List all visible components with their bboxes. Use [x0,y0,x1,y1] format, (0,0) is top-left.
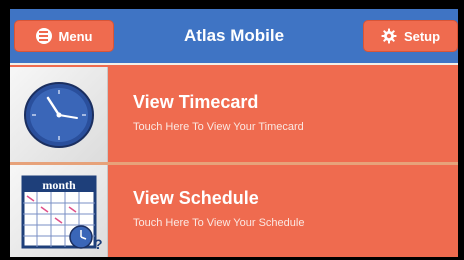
app-title: Atlas Mobile [183,26,285,45]
clock-icon [24,82,94,148]
list-item-schedule[interactable]: month ? View Schedule Touch Here To View… [10,165,458,257]
calendar-icon: month ? [21,175,103,252]
gear-icon [381,28,397,44]
svg-text:?: ? [94,236,103,252]
app-screen: Menu Atlas Mobile Setup View Timecard To… [10,9,458,257]
hamburger-icon [35,28,52,44]
menu-button[interactable]: Menu [14,20,114,52]
menu-button-label: Menu [58,28,93,44]
calendar-month-text: month [42,178,76,192]
setup-button-label: Setup [403,28,441,44]
app-header: Menu Atlas Mobile Setup [10,9,458,65]
setup-button[interactable]: Setup [363,20,458,52]
list-item-timecard[interactable]: View Timecard Touch Here To View Your Ti… [10,67,458,162]
timecard-subtitle: Touch Here To View Your Timecard [133,121,304,133]
timecard-title: View Timecard [133,92,259,112]
schedule-thumbnail: month ? [10,165,108,257]
schedule-subtitle: Touch Here To View Your Schedule [133,217,305,229]
schedule-title: View Schedule [133,188,259,208]
timecard-thumbnail [10,67,108,162]
device-frame: Menu Atlas Mobile Setup View Timecard To… [0,0,464,260]
